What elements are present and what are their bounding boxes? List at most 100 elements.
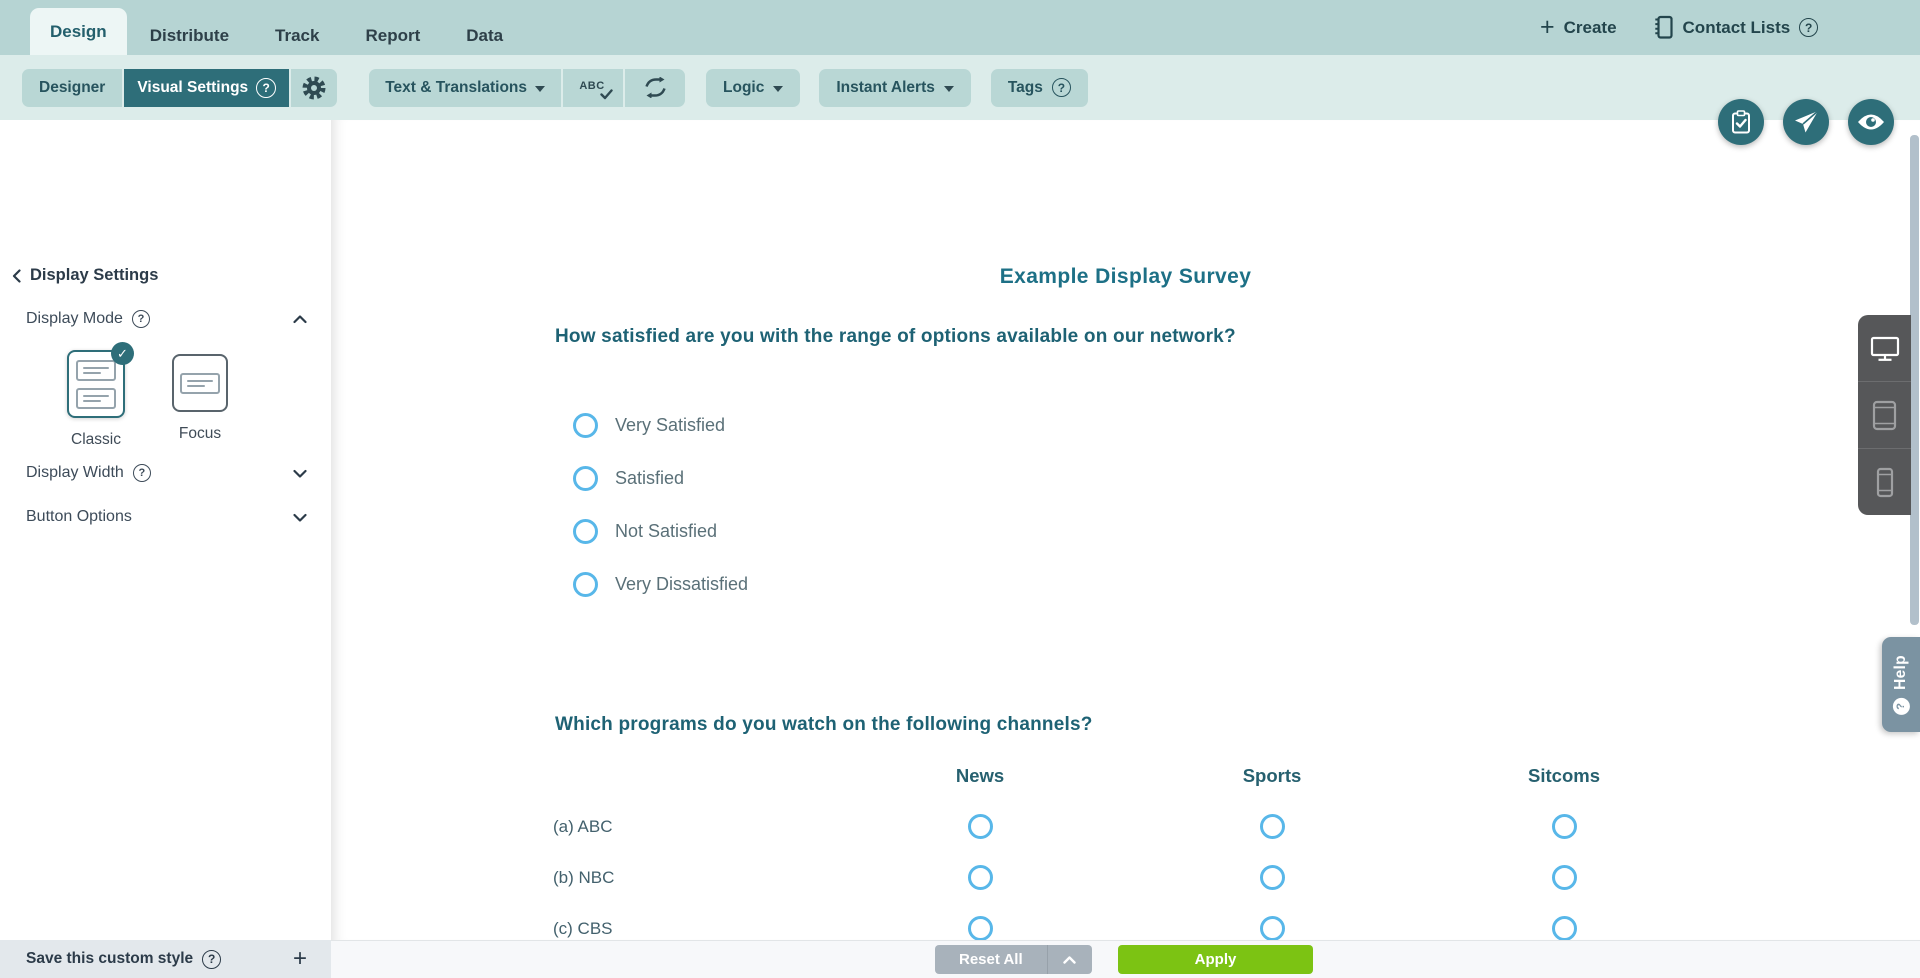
grid-column-header: News bbox=[955, 764, 1005, 786]
display-settings-back[interactable]: Display Settings bbox=[12, 266, 158, 285]
selected-check-icon: ✓ bbox=[111, 342, 134, 365]
display-width-help-icon[interactable]: ? bbox=[132, 464, 151, 482]
logic-label: Logic bbox=[723, 78, 765, 96]
visual-settings-help-icon[interactable]: ? bbox=[256, 77, 277, 98]
question-2-text: Which programs do you watch on the follo… bbox=[555, 714, 1093, 735]
radio-option[interactable]: Very Dissatisfied bbox=[573, 571, 748, 597]
contact-lists-button[interactable]: Contact Lists ? bbox=[1653, 15, 1819, 40]
chevron-down-icon[interactable] bbox=[293, 469, 307, 478]
mode-option-classic[interactable]: ✓ Classic bbox=[67, 342, 134, 449]
chevron-up-icon[interactable] bbox=[293, 314, 307, 324]
eye-icon bbox=[1858, 114, 1884, 130]
chevron-down-icon[interactable] bbox=[293, 513, 307, 522]
grid-cell bbox=[834, 814, 1126, 839]
help-tab[interactable]: ? Help bbox=[1882, 637, 1920, 732]
display-width-section-header[interactable]: Display Width ? bbox=[26, 464, 307, 482]
tab-track[interactable]: Track bbox=[252, 17, 342, 55]
find-replace-button[interactable] bbox=[625, 68, 686, 107]
save-style-help-icon[interactable]: ? bbox=[202, 949, 222, 969]
display-mode-section-header[interactable]: Display Mode ? bbox=[26, 310, 307, 328]
radio-button[interactable] bbox=[573, 465, 598, 491]
preview-action-buttons bbox=[1718, 99, 1894, 145]
topbar-actions: + Create Contact Lists ? bbox=[1540, 0, 1819, 55]
radio-option[interactable]: Not Satisfied bbox=[573, 518, 748, 544]
display-mode-help-icon[interactable]: ? bbox=[131, 310, 150, 328]
display-mode-options: ✓ Classic Focus bbox=[67, 342, 228, 449]
grid-row-label: (c) CBS bbox=[553, 918, 613, 938]
radio-button[interactable] bbox=[1551, 916, 1577, 941]
top-nav-bar: Design Distribute Track Report Data + Cr… bbox=[0, 0, 1920, 55]
tags-label: Tags bbox=[1007, 78, 1043, 96]
sidebar-title: Display Settings bbox=[30, 266, 159, 284]
classic-mode-thumbnail[interactable]: ✓ bbox=[67, 342, 134, 418]
radio-button[interactable] bbox=[967, 916, 993, 941]
plus-icon: + bbox=[1540, 12, 1555, 41]
clipboard-check-icon bbox=[1732, 109, 1750, 133]
text-translations-label: Text & Translations bbox=[385, 78, 528, 96]
reset-all-button[interactable]: Reset All bbox=[935, 945, 1092, 974]
radio-button[interactable] bbox=[1259, 916, 1285, 941]
question-1-options: Very Satisfied Satisfied Not Satisfied V… bbox=[573, 412, 748, 625]
radio-button[interactable] bbox=[1259, 865, 1285, 890]
preview-button[interactable] bbox=[1848, 99, 1894, 145]
designer-button[interactable]: Designer bbox=[22, 68, 123, 107]
app-window: Design Distribute Track Report Data + Cr… bbox=[0, 0, 1920, 978]
send-survey-button[interactable] bbox=[1783, 99, 1829, 145]
radio-option[interactable]: Satisfied bbox=[573, 465, 748, 491]
add-style-button[interactable]: + bbox=[293, 947, 307, 971]
gear-icon bbox=[302, 76, 326, 99]
help-question-icon: ? bbox=[1892, 697, 1910, 715]
create-button[interactable]: + Create bbox=[1540, 12, 1617, 41]
contact-lists-label: Contact Lists bbox=[1682, 17, 1791, 37]
focus-mode-thumbnail[interactable] bbox=[172, 354, 228, 412]
grid-cell bbox=[1126, 916, 1418, 941]
instant-alerts-button[interactable]: Instant Alerts bbox=[819, 68, 971, 107]
radio-option[interactable]: Very Satisfied bbox=[573, 412, 748, 438]
tab-data[interactable]: Data bbox=[443, 17, 526, 55]
chevron-down-icon bbox=[535, 85, 546, 92]
mobile-preview-button[interactable] bbox=[1858, 448, 1911, 515]
radio-button[interactable] bbox=[1551, 814, 1577, 839]
chevron-down-icon bbox=[773, 85, 784, 92]
content-scrollbar[interactable] bbox=[1910, 135, 1919, 625]
radio-button[interactable] bbox=[573, 412, 598, 438]
grid-cell bbox=[1418, 865, 1710, 890]
radio-button[interactable] bbox=[967, 814, 993, 839]
radio-button[interactable] bbox=[967, 865, 993, 890]
visual-settings-button[interactable]: Visual Settings ? bbox=[124, 68, 290, 107]
radio-button[interactable] bbox=[573, 571, 598, 597]
spell-check-button[interactable]: ABC bbox=[563, 68, 624, 107]
grid-cell bbox=[834, 916, 1126, 941]
tags-help-icon[interactable]: ? bbox=[1051, 78, 1071, 97]
chevron-down-icon bbox=[943, 85, 954, 92]
contact-lists-help-icon[interactable]: ? bbox=[1799, 18, 1819, 37]
reset-options-toggle[interactable] bbox=[1048, 945, 1092, 974]
tab-distribute[interactable]: Distribute bbox=[127, 17, 252, 55]
tablet-icon bbox=[1872, 400, 1897, 430]
sync-arrows-icon bbox=[644, 77, 666, 98]
button-options-section-header[interactable]: Button Options bbox=[26, 508, 307, 526]
chevron-up-icon bbox=[1063, 955, 1076, 964]
tab-report[interactable]: Report bbox=[342, 17, 443, 55]
tab-design[interactable]: Design bbox=[30, 8, 127, 55]
grid-row-label: (a) ABC bbox=[553, 816, 613, 836]
visual-settings-label: Visual Settings bbox=[137, 78, 249, 96]
button-options-label: Button Options bbox=[26, 508, 132, 525]
desktop-preview-button[interactable] bbox=[1858, 315, 1911, 381]
style-settings-button[interactable] bbox=[291, 68, 338, 107]
test-survey-button[interactable] bbox=[1718, 99, 1764, 145]
radio-button[interactable] bbox=[1551, 865, 1577, 890]
radio-label: Not Satisfied bbox=[615, 520, 718, 541]
text-translations-button[interactable]: Text & Translations bbox=[369, 68, 562, 107]
tags-button[interactable]: Tags ? bbox=[990, 68, 1088, 107]
grid-cell bbox=[1126, 814, 1418, 839]
grid-cell bbox=[1126, 865, 1418, 890]
logic-button[interactable]: Logic bbox=[706, 68, 801, 107]
mode-option-focus[interactable]: Focus bbox=[172, 350, 228, 449]
display-settings-sidebar: Display Settings Display Mode ? ✓ Classi… bbox=[0, 120, 331, 940]
radio-button[interactable] bbox=[573, 518, 598, 544]
radio-button[interactable] bbox=[1259, 814, 1285, 839]
instant-alerts-label: Instant Alerts bbox=[836, 78, 935, 96]
apply-button[interactable]: Apply bbox=[1118, 945, 1313, 974]
tablet-preview-button[interactable] bbox=[1858, 381, 1911, 448]
